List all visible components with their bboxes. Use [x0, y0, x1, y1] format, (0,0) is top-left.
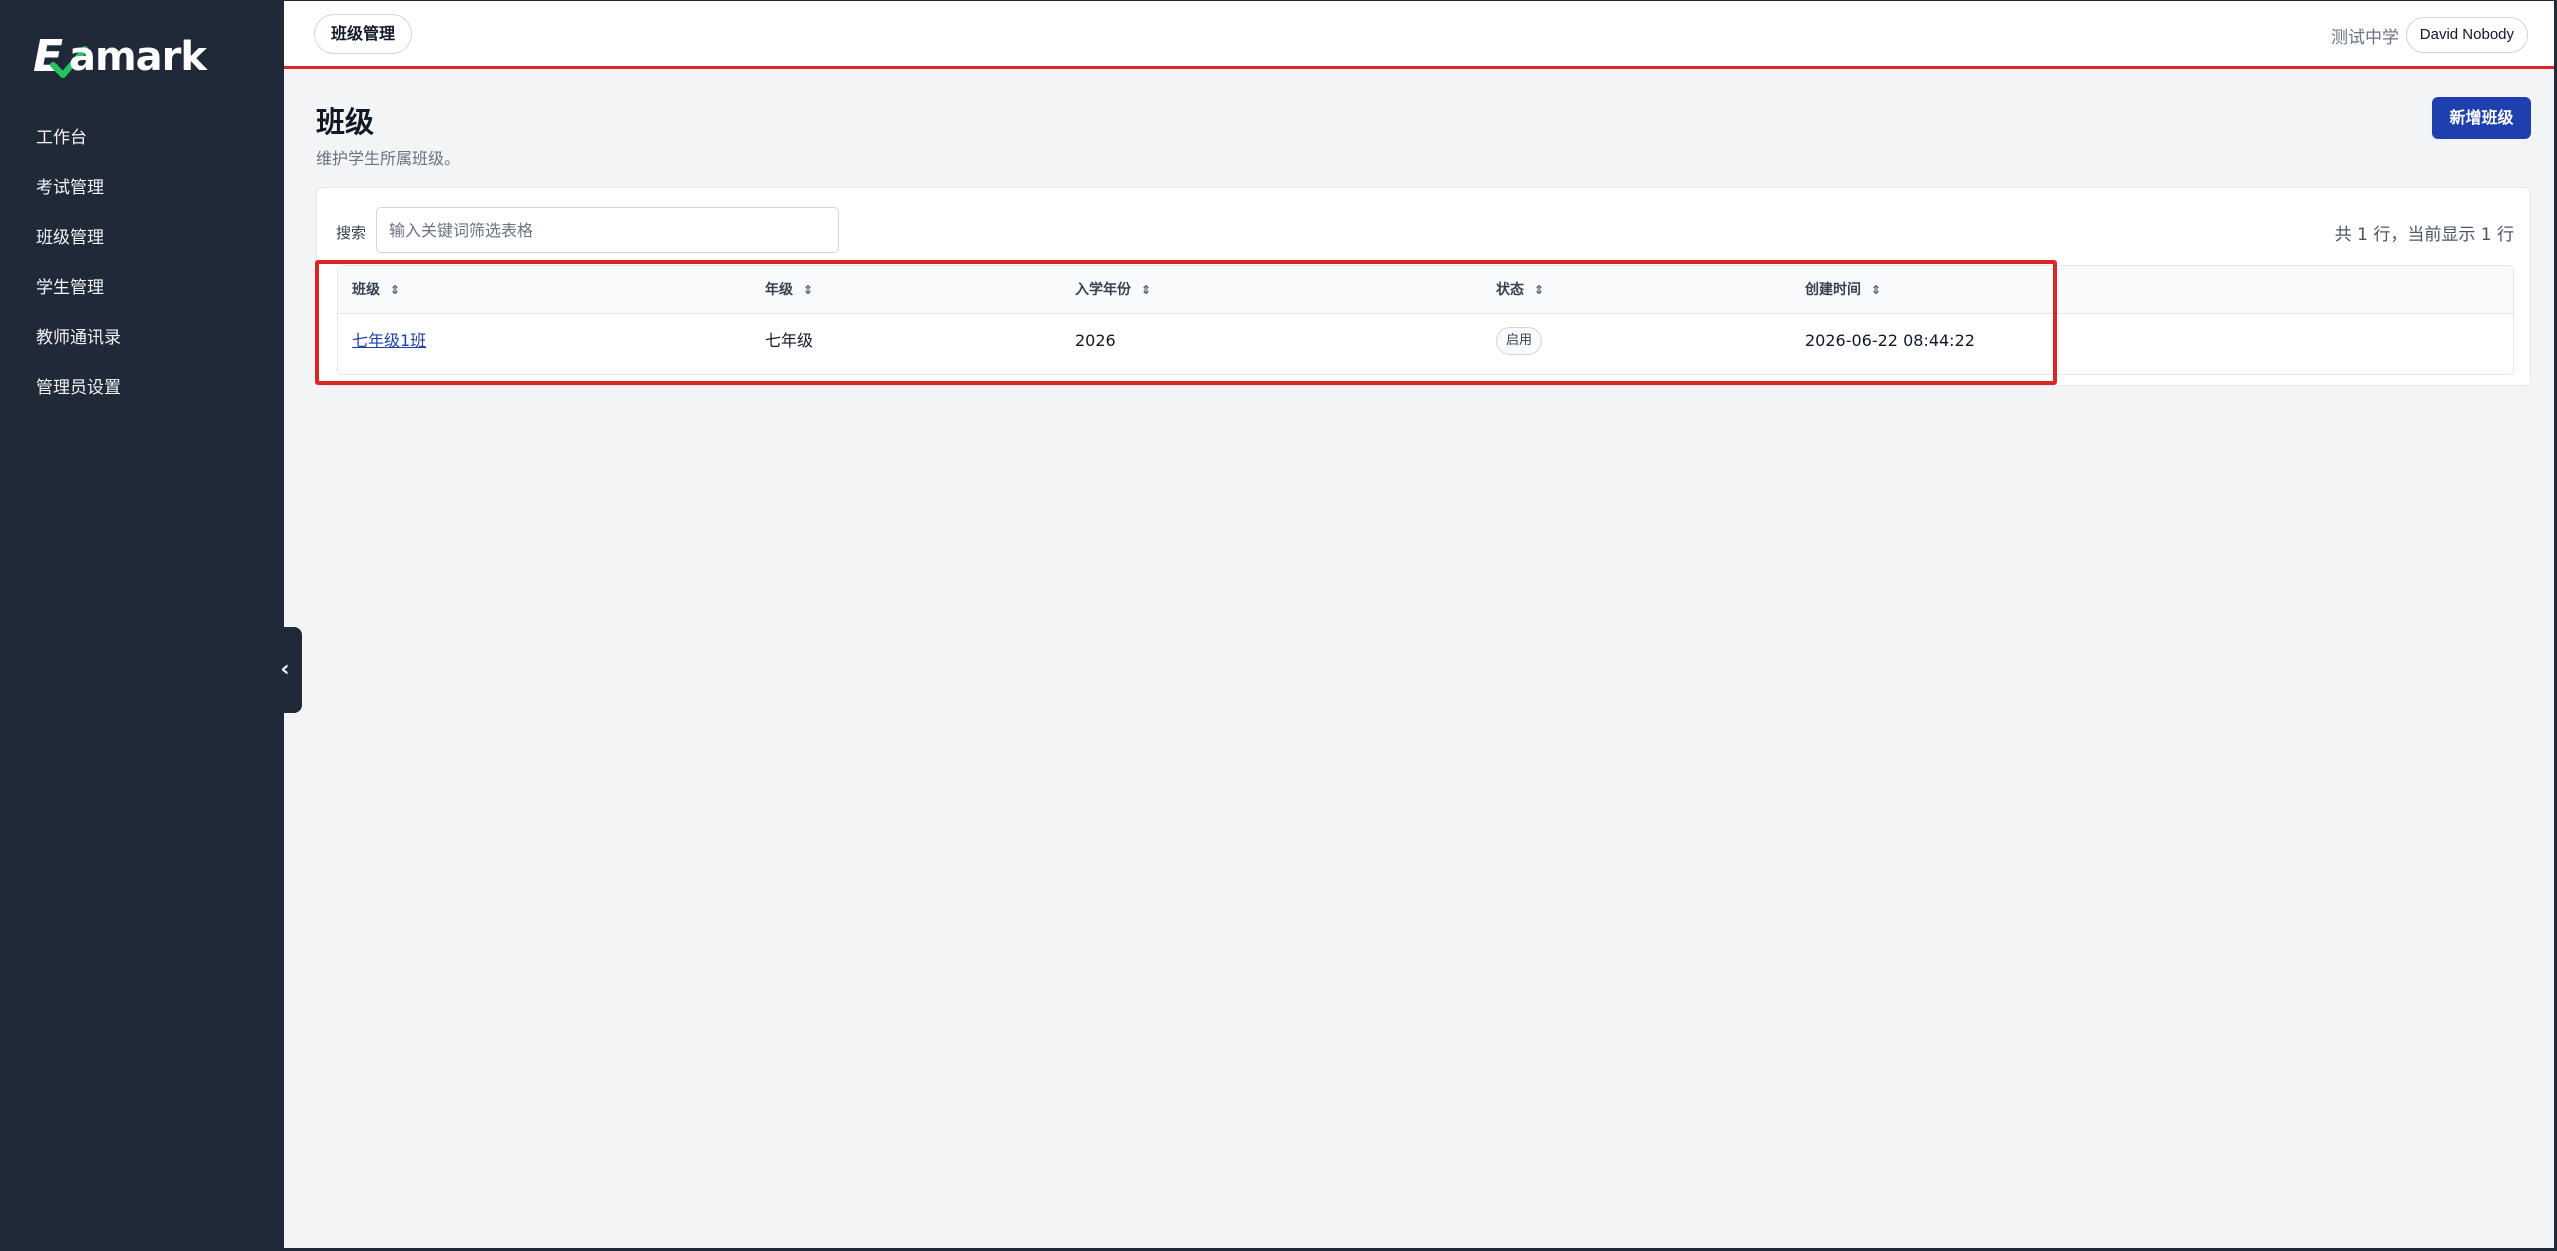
column-label: 状态	[1496, 282, 1524, 298]
logo-wordmark: amark	[69, 34, 207, 80]
sidebar-item-exams[interactable]: 考试管理	[3, 163, 284, 213]
class-name-link[interactable]: 七年级1班	[352, 314, 426, 368]
class-table: 班级 ⇕ 年级 ⇕ 入学年份 ⇕ 状态 ⇕ 创建时间 ⇕ 七年级1班 七年级 2026	[337, 265, 2514, 375]
table-header: 班级 ⇕ 年级 ⇕ 入学年份 ⇕ 状态 ⇕ 创建时间 ⇕	[338, 266, 2513, 314]
grade-cell: 七年级	[765, 331, 814, 350]
column-label: 创建时间	[1805, 282, 1861, 298]
column-header-class[interactable]: 班级 ⇕	[352, 266, 400, 314]
enrollment-year-cell: 2026	[1075, 331, 1116, 350]
row-count: 共 1 行，当前显示 1 行	[2334, 225, 2514, 245]
column-label: 班级	[352, 282, 380, 298]
column-header-created-at[interactable]: 创建时间 ⇕	[1805, 266, 1881, 314]
examark-logo[interactable]: E amark	[33, 29, 243, 85]
column-label: 入学年份	[1075, 282, 1131, 298]
sidebar-item-workbench[interactable]: 工作台	[3, 113, 284, 163]
sidebar-collapse-button[interactable]: ‹	[268, 627, 302, 713]
sidebar-nav: 工作台 考试管理 班级管理 学生管理 教师通讯录 管理员设置	[3, 113, 284, 413]
status-badge: 启用	[1496, 327, 1543, 355]
sidebar-item-admin-settings[interactable]: 管理员设置	[3, 363, 284, 413]
class-table-card: 搜索 共 1 行，当前显示 1 行 班级 ⇕ 年级 ⇕ 入学年份 ⇕ 状态 ⇕ 创建时间…	[316, 187, 2531, 386]
chevron-left-icon: ‹	[280, 657, 290, 682]
sort-icon: ⇕	[803, 283, 814, 297]
add-class-button[interactable]: 新增班级	[2432, 97, 2531, 139]
sort-icon: ⇕	[1141, 283, 1152, 297]
sidebar-item-teacher-directory[interactable]: 教师通讯录	[3, 313, 284, 363]
sort-icon: ⇕	[1534, 283, 1545, 297]
created-at-cell: 2026-06-22 08:44:22	[1805, 331, 1975, 350]
sidebar-item-students[interactable]: 学生管理	[3, 263, 284, 313]
column-header-status[interactable]: 状态 ⇕	[1496, 266, 1544, 314]
sidebar: E amark 工作台 考试管理 班级管理 学生管理 教师通讯录 管理员设置	[3, 1, 284, 1248]
sort-icon: ⇕	[390, 283, 401, 297]
table-row: 七年级1班 七年级 2026 启用 2026-06-22 08:44:22	[338, 314, 2513, 368]
column-header-grade[interactable]: 年级 ⇕	[765, 266, 813, 314]
app-window: E amark 工作台 考试管理 班级管理 学生管理 教师通讯录 管理员设置 ‹…	[0, 0, 2557, 1251]
sort-icon: ⇕	[1871, 283, 1882, 297]
top-bar: 班级管理 测试中学 David Nobody	[284, 1, 2554, 69]
search-label: 搜索	[336, 224, 367, 242]
column-label: 年级	[765, 282, 793, 298]
user-menu[interactable]: David Nobody	[2405, 17, 2528, 53]
sidebar-item-classes[interactable]: 班级管理	[3, 213, 284, 263]
column-header-enrollment-year[interactable]: 入学年份 ⇕	[1075, 266, 1151, 314]
page-subtitle: 维护学生所属班级。	[316, 149, 461, 168]
search-input[interactable]	[376, 207, 839, 253]
page-title: 班级	[316, 105, 375, 139]
breadcrumb[interactable]: 班级管理	[314, 14, 413, 54]
school-name: 测试中学	[2331, 28, 2399, 48]
